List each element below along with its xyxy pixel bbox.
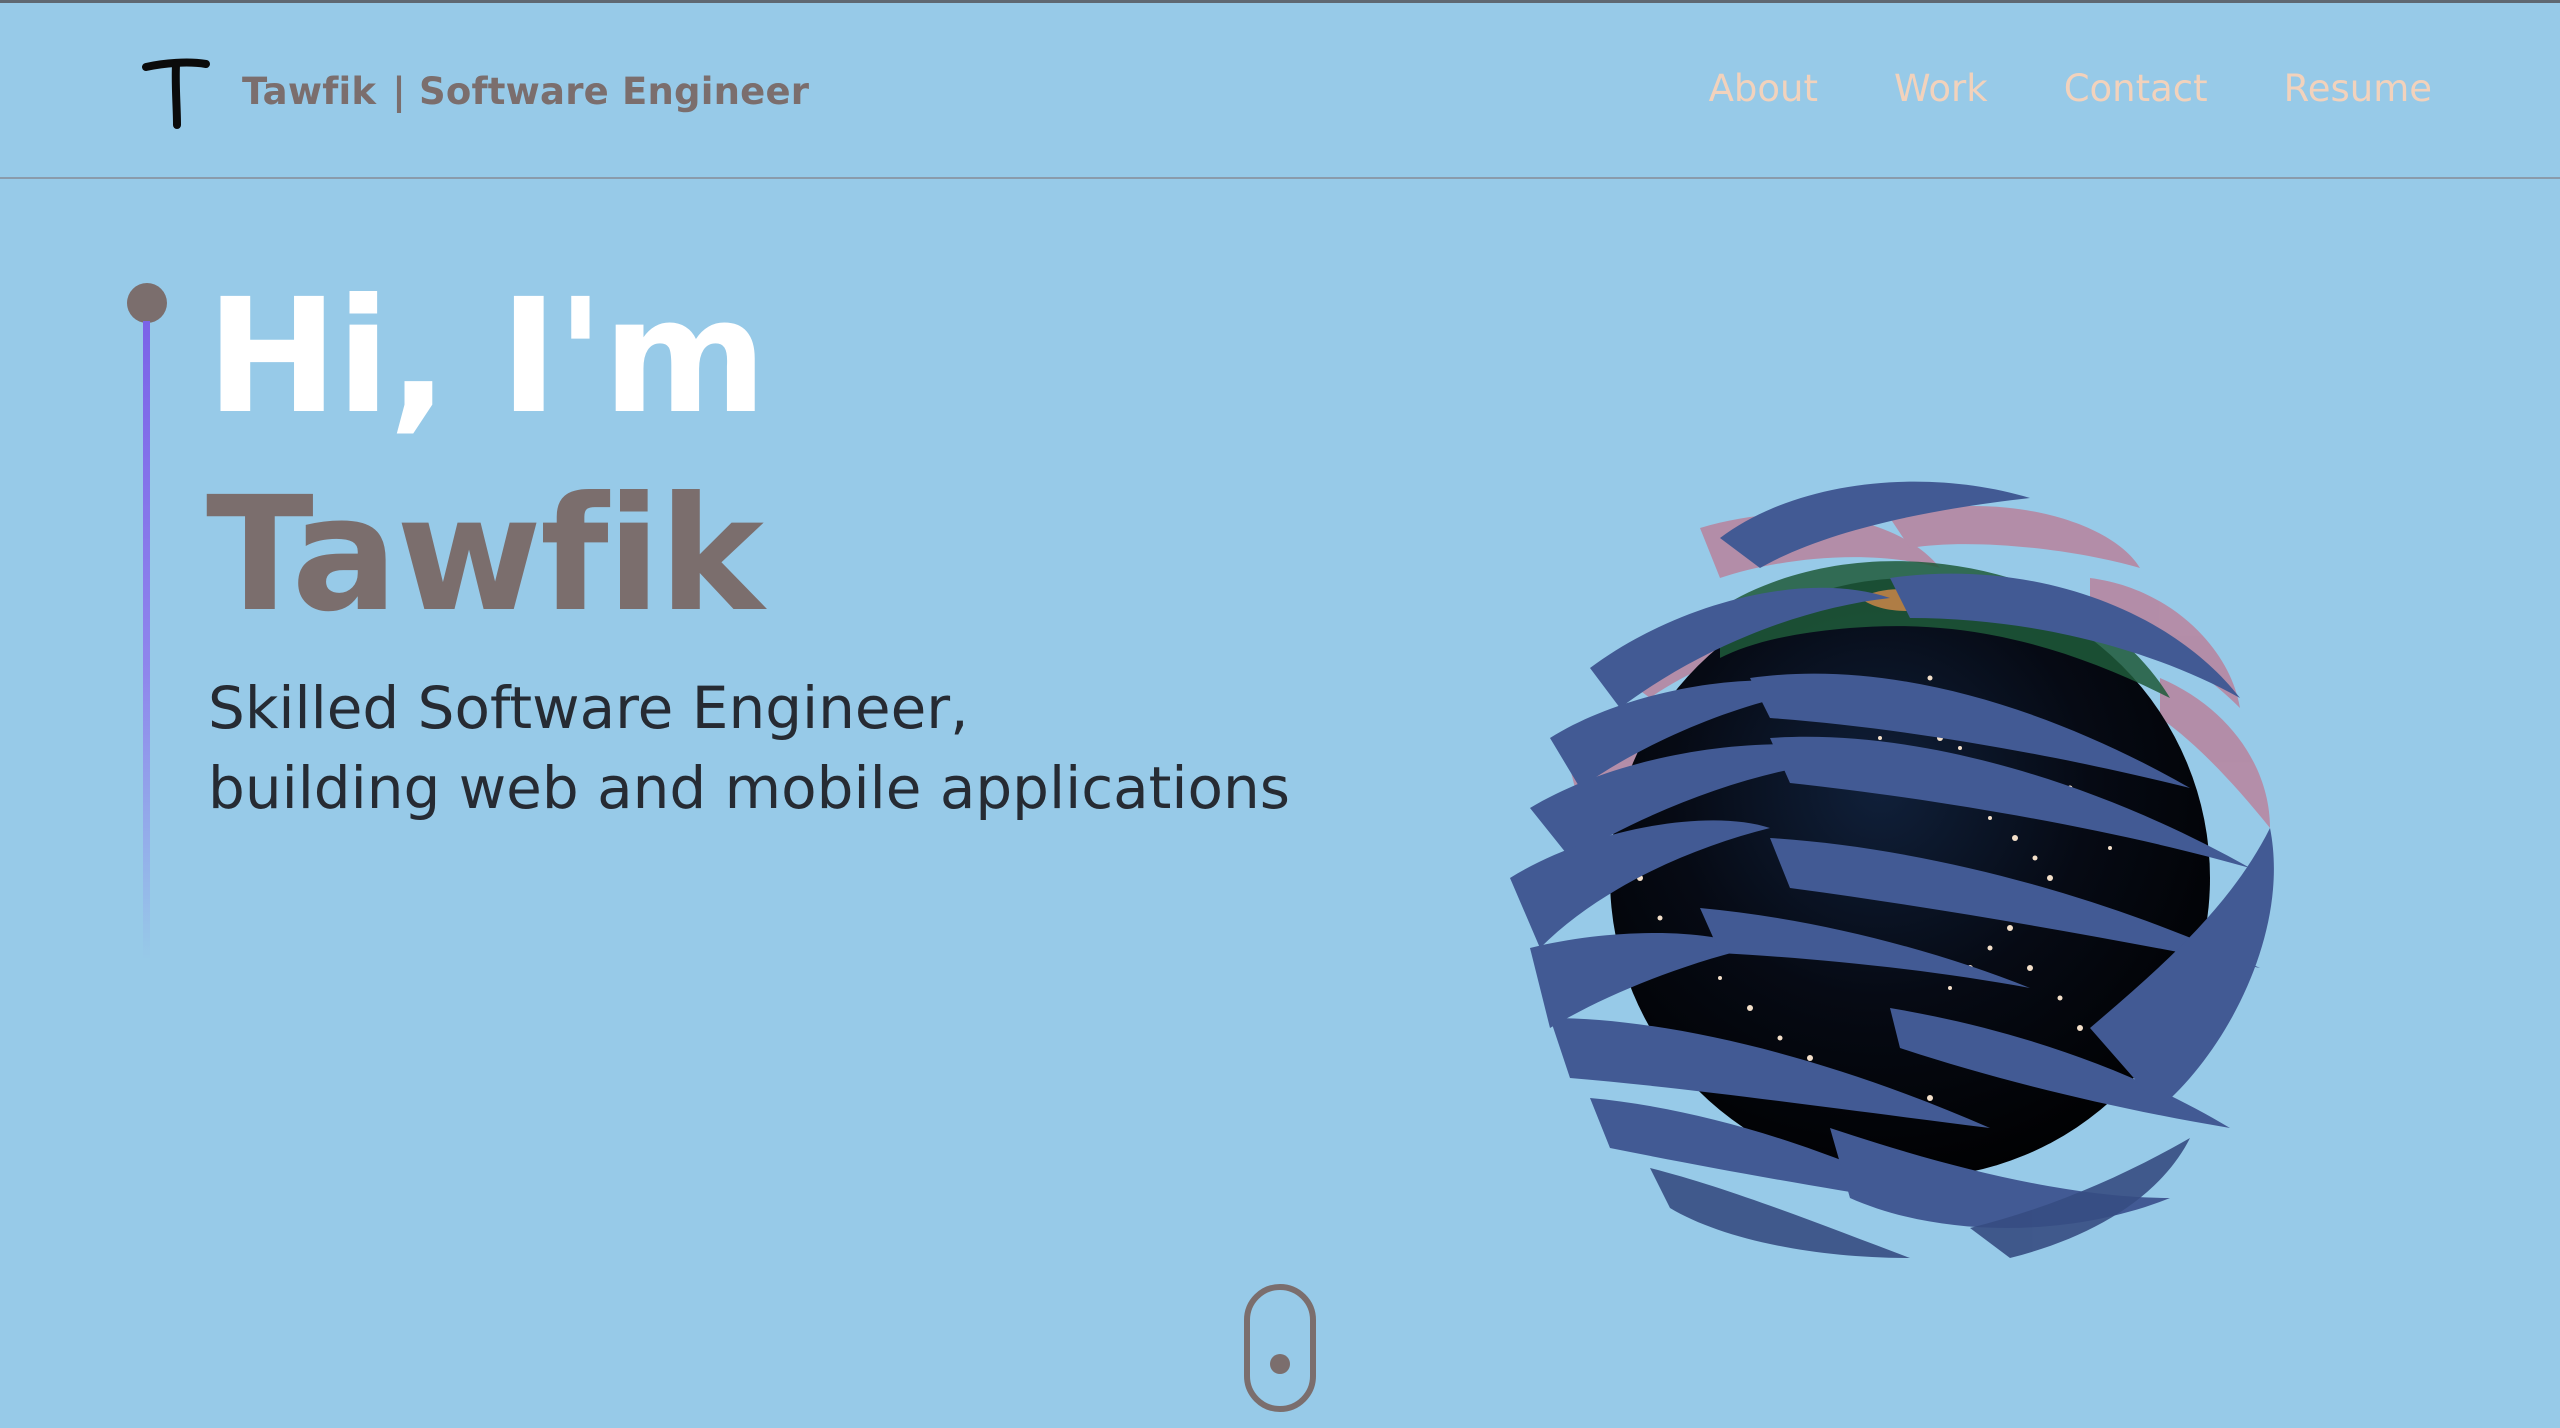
brand-title: Tawfik | Software Engineer bbox=[242, 70, 809, 113]
brand-name: Tawfik bbox=[242, 69, 377, 113]
3d-globe-canvas[interactable] bbox=[1470, 408, 2350, 1288]
nav-menu: About Work Contact Resume bbox=[1709, 67, 2432, 110]
timeline-line bbox=[143, 321, 150, 961]
hero-greeting: Hi, I'm bbox=[206, 265, 767, 449]
letter-t-logo-icon[interactable] bbox=[140, 51, 212, 131]
brand[interactable]: Tawfik | Software Engineer bbox=[140, 51, 809, 131]
mouse-scroll-icon bbox=[1270, 1354, 1290, 1374]
hero-name: Tawfik bbox=[206, 463, 764, 647]
hero-subtitle-line-1: Skilled Software Engineer, bbox=[208, 674, 969, 742]
hero-subtitle-line-2: building web and mobile applications bbox=[208, 754, 1290, 822]
nav-about-link[interactable]: About bbox=[1709, 67, 1818, 110]
3d-globe-icon bbox=[1510, 481, 2274, 1258]
timeline-dot bbox=[127, 283, 167, 323]
scroll-down-indicator[interactable] bbox=[1244, 1284, 1316, 1412]
brand-role: | Software Engineer bbox=[392, 69, 810, 113]
navbar: Tawfik | Software Engineer About Work Con… bbox=[0, 3, 2560, 179]
nav-contact-link[interactable]: Contact bbox=[2064, 67, 2208, 110]
hero-subtitle: Skilled Software Engineer, building web … bbox=[208, 668, 1290, 828]
nav-work-link[interactable]: Work bbox=[1894, 67, 1988, 110]
nav-resume-link[interactable]: Resume bbox=[2284, 67, 2432, 110]
hero-timeline-decoration bbox=[127, 283, 167, 963]
